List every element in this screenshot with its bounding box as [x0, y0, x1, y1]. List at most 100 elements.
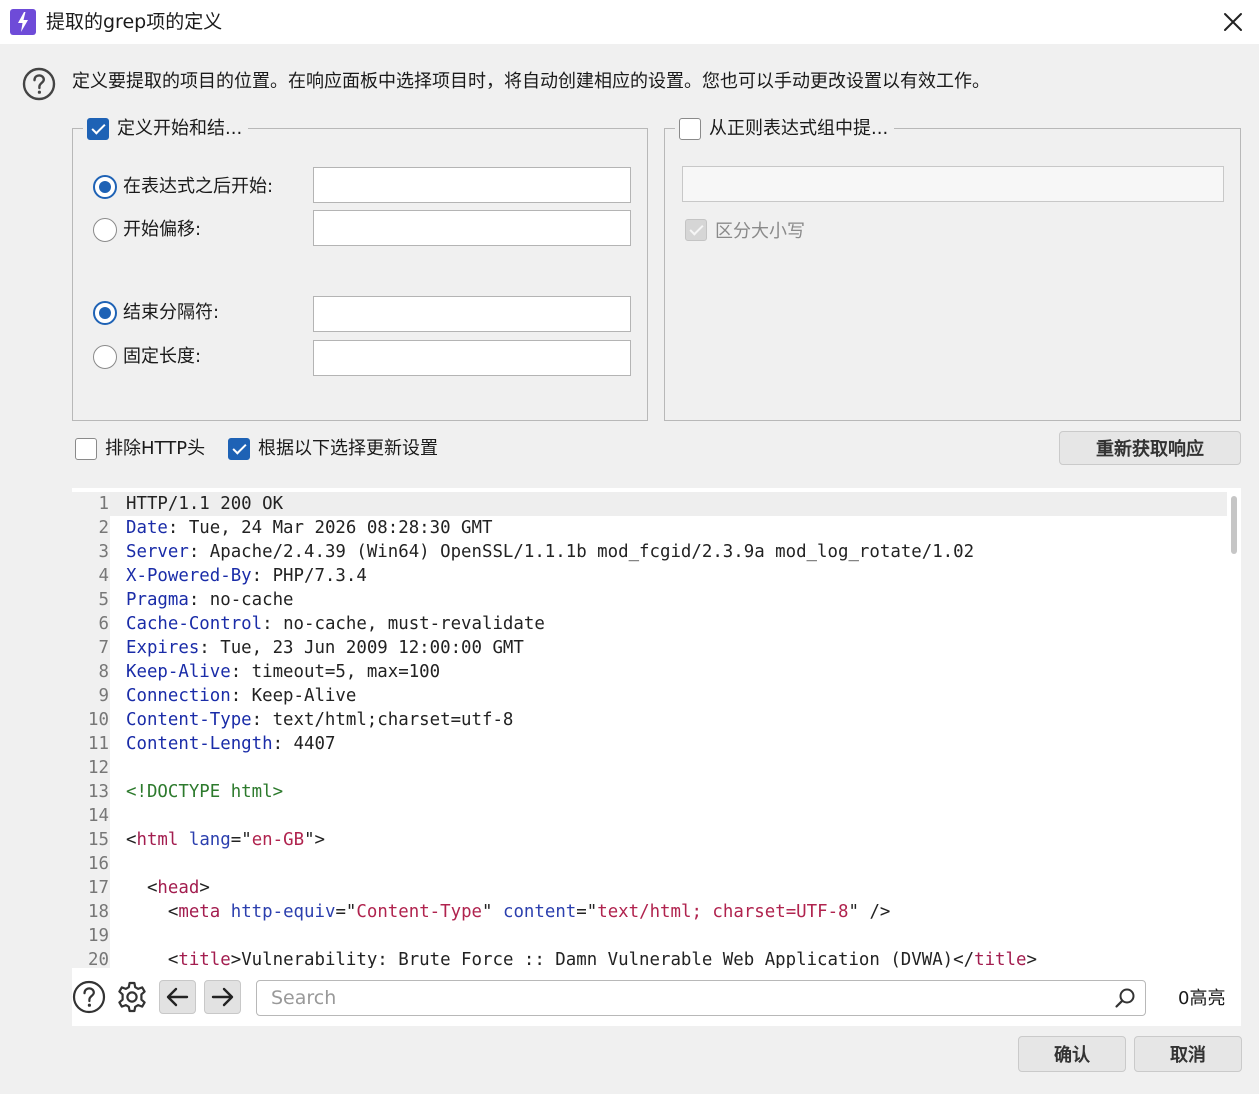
line-number: 9	[72, 684, 110, 708]
start-after-expression-label: 在表达式之后开始:	[123, 176, 274, 197]
burp-lightning-icon	[10, 9, 36, 35]
editor-line[interactable]: 5 Pragma: no-cache	[72, 588, 1227, 612]
fixed-length-label: 固定长度:	[123, 346, 202, 367]
code-token: <	[126, 902, 179, 922]
line-number: 5	[72, 588, 110, 612]
code-token: : Keep-Alive	[230, 686, 357, 706]
start-after-expression-option[interactable]: 在表达式之后开始:	[93, 175, 273, 199]
code-token: lang	[188, 830, 231, 850]
code-token: title	[178, 950, 231, 968]
code-token: Content-Type	[126, 710, 252, 730]
code-token: html	[136, 830, 179, 850]
line-number: 1	[72, 492, 110, 516]
update-from-selection-option[interactable]: 根据以下选择更新设置	[228, 437, 438, 461]
editor-line[interactable]: 12	[72, 756, 1227, 780]
ok-button[interactable]: 确认	[1018, 1036, 1126, 1072]
line-code: HTTP/1.1 200 OK	[126, 492, 283, 516]
code-token: Server	[126, 542, 189, 562]
code-token: : no-cache	[188, 590, 294, 610]
editor-line[interactable]: 20 <title>Vulnerability: Brute Force :: …	[72, 948, 1227, 968]
editor-line[interactable]: 2 Date: Tue, 24 Mar 2026 08:28:30 GMT	[72, 516, 1227, 540]
response-editor[interactable]: 20 <title>Vulnerability: Brute Force :: …	[72, 488, 1241, 968]
editor-scrollbar-thumb[interactable]	[1231, 496, 1237, 554]
start-offset-option[interactable]: 开始偏移:	[93, 218, 201, 242]
editor-line[interactable]: 1 HTTP/1.1 200 OK	[72, 492, 1227, 516]
line-code: Cache-Control: no-cache, must-revalidate	[126, 612, 545, 636]
editor-line[interactable]: 7 Expires: Tue, 23 Jun 2009 12:00:00 GMT	[72, 636, 1227, 660]
code-token: : timeout=5, max=100	[230, 662, 441, 682]
fixed-length-radio[interactable]	[93, 345, 117, 369]
code-token: ="	[230, 830, 252, 850]
editor-line[interactable]: 3 Server: Apache/2.4.39 (Win64) OpenSSL/1…	[72, 540, 1227, 564]
regex-input[interactable]	[682, 166, 1224, 202]
line-number: 18	[72, 900, 110, 924]
code-token: en-GB	[251, 830, 305, 850]
editor-line[interactable]: 13 <!DOCTYPE html>	[72, 780, 1227, 804]
line-number: 7	[72, 636, 110, 660]
code-token: content	[502, 902, 577, 922]
start-after-expression-radio[interactable]	[93, 175, 117, 199]
exclude-http-headers-checkbox[interactable]	[75, 438, 97, 460]
start-after-expression-input[interactable]	[313, 167, 631, 203]
code-token: "	[482, 902, 503, 922]
line-code: Content-Length: 4407	[126, 732, 335, 756]
end-delimiter-radio[interactable]	[93, 301, 117, 325]
line-number: 12	[72, 756, 110, 780]
code-token: ="	[335, 902, 357, 922]
code-token: Pragma	[126, 590, 189, 610]
code-token: : no-cache, must-revalidate	[262, 614, 545, 634]
exclude-http-headers-option[interactable]: 排除HTTP头	[75, 437, 205, 461]
code-token: " />	[848, 902, 891, 922]
line-code: Keep-Alive: timeout=5, max=100	[126, 660, 440, 684]
line-code: Content-Type: text/html;charset=utf-8	[126, 708, 513, 732]
editor-line[interactable]: 10 Content-Type: text/html;charset=utf-8	[72, 708, 1227, 732]
update-from-selection-checkbox[interactable]	[228, 438, 250, 460]
editor-line[interactable]: 14	[72, 804, 1227, 828]
line-code: <html lang="en-GB">	[126, 828, 325, 852]
line-code: Pragma: no-cache	[126, 588, 294, 612]
end-delimiter-input[interactable]	[313, 296, 631, 332]
editor-line[interactable]: 11 Content-Length: 4407	[72, 732, 1227, 756]
define-start-end-checkbox[interactable]	[87, 118, 109, 140]
start-offset-label: 开始偏移:	[123, 219, 202, 240]
title-bar: 提取的grep项的定义	[0, 0, 1259, 44]
editor-line[interactable]: 17 <head>	[72, 876, 1227, 900]
start-offset-radio[interactable]	[93, 218, 117, 242]
close-icon[interactable]	[1219, 8, 1247, 36]
line-number: 11	[72, 732, 110, 756]
editor-line[interactable]: 18 <meta http-equiv="Content-Type" conte…	[72, 900, 1227, 924]
editor-scrollbar[interactable]	[1231, 492, 1239, 962]
code-token: ">	[304, 830, 326, 850]
editor-line[interactable]: 16	[72, 852, 1227, 876]
cancel-button[interactable]: 取消	[1134, 1036, 1242, 1072]
line-code: <title>Vulnerability: Brute Force :: Dam…	[126, 948, 1037, 968]
start-offset-input[interactable]	[313, 210, 631, 246]
fixed-length-input[interactable]	[313, 340, 631, 376]
code-token: HTTP/1.1 200 OK	[126, 494, 284, 514]
gear-icon[interactable]	[115, 980, 149, 1014]
arrow-right-icon[interactable]	[204, 980, 241, 1014]
intro-text: 定义要提取的项目的位置。在响应面板中选择项目时，将自动创建相应的设置。您也可以手…	[72, 71, 990, 92]
end-delimiter-label: 结束分隔符:	[123, 302, 220, 323]
editor-line[interactable]: 15 <html lang="en-GB">	[72, 828, 1227, 852]
code-token: <!DOCTYPE html>	[126, 782, 284, 802]
arrow-left-icon[interactable]	[159, 980, 196, 1014]
regex-extract-checkbox[interactable]	[679, 118, 701, 140]
search-input[interactable]	[256, 980, 1146, 1016]
line-number: 10	[72, 708, 110, 732]
fixed-length-option[interactable]: 固定长度:	[93, 345, 201, 369]
line-code: <!DOCTYPE html>	[126, 780, 283, 804]
code-token: <	[126, 830, 137, 850]
refetch-response-button[interactable]: 重新获取响应	[1059, 431, 1241, 465]
editor-line[interactable]: 19	[72, 924, 1227, 948]
code-token: : text/html;charset=utf-8	[251, 710, 514, 730]
help-icon[interactable]	[72, 980, 106, 1014]
editor-line[interactable]: 4 X-Powered-By: PHP/7.3.4	[72, 564, 1227, 588]
editor-line[interactable]: 8 Keep-Alive: timeout=5, max=100	[72, 660, 1227, 684]
regex-legend: 从正则表达式组中提...	[675, 117, 895, 141]
code-token: : Apache/2.4.39 (Win64) OpenSSL/1.1.1b m…	[188, 542, 975, 562]
end-delimiter-option[interactable]: 结束分隔符:	[93, 301, 219, 325]
editor-line[interactable]: 6 Cache-Control: no-cache, must-revalidat…	[72, 612, 1227, 636]
editor-line[interactable]: 9 Connection: Keep-Alive	[72, 684, 1227, 708]
match-count: 0高亮	[1178, 988, 1226, 1009]
